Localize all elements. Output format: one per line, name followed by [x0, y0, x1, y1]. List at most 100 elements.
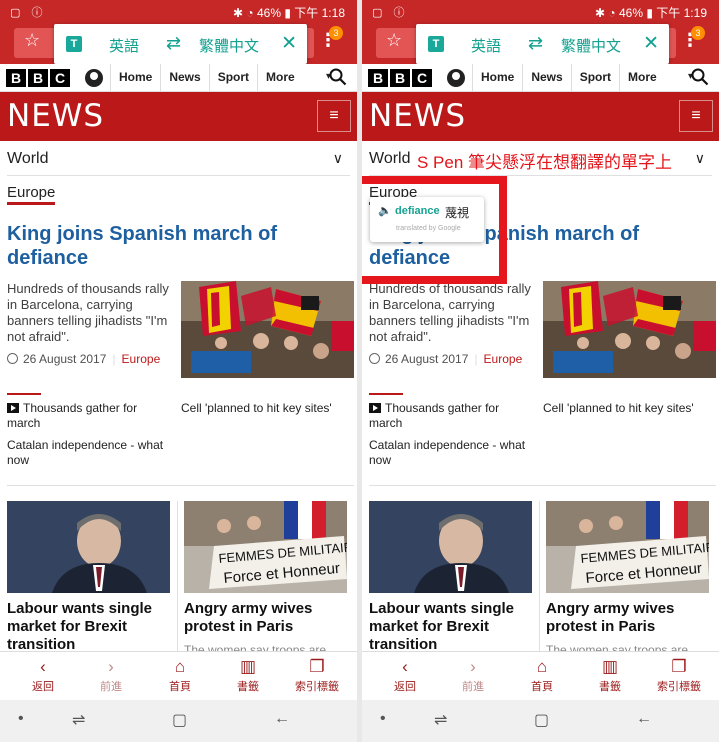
home-square-icon[interactable]: ▢: [534, 710, 549, 730]
bbc-logo[interactable]: B B C: [368, 69, 432, 87]
story-headline[interactable]: Angry army wives protest in Paris: [184, 600, 349, 636]
translation-popup[interactable]: 🔈 defiance 蔑視 translated by Google: [370, 197, 484, 242]
top-story-headline[interactable]: King joins Spanish march of defiance: [7, 222, 347, 270]
nav-home[interactable]: Home: [110, 64, 160, 92]
starmer-photo[interactable]: [7, 501, 170, 593]
battery-percent: 46%: [618, 6, 643, 20]
translate-bar: T 英語 ⇄ 繁體中文 ✕: [416, 24, 669, 64]
story-tag[interactable]: Europe: [484, 352, 523, 366]
account-avatar-icon[interactable]: [85, 69, 103, 87]
back-button[interactable]: ‹ 返回: [370, 656, 440, 694]
hamburger-menu-icon[interactable]: ≡: [317, 100, 351, 132]
account-avatar-icon[interactable]: [447, 69, 465, 87]
clock-icon: [7, 353, 18, 364]
back-button[interactable]: ‹ 返回: [8, 656, 78, 694]
related-accent-line: [369, 393, 403, 395]
target-language-button[interactable]: 繁體中文: [199, 35, 259, 56]
related-link[interactable]: Cell 'planned to hit key sites': [181, 401, 351, 416]
video-play-icon: [7, 403, 19, 413]
book-icon: ▥: [239, 657, 257, 676]
subsection-europe[interactable]: Europe: [7, 184, 55, 201]
story-headline[interactable]: Labour wants single market for Brexit tr…: [7, 600, 172, 654]
nav-more[interactable]: More: [619, 64, 699, 92]
search-icon[interactable]: [329, 68, 347, 86]
related-link[interactable]: Cell 'planned to hit key sites': [543, 401, 713, 416]
related-link-video[interactable]: Thousands gather for march: [369, 401, 529, 431]
bbc-nav-bar: B B C Home News Sport More: [0, 64, 357, 92]
chevron-right-icon: ›: [470, 657, 476, 676]
clock: 下午 1:18: [294, 6, 345, 20]
source-language-button[interactable]: 英語: [471, 35, 501, 56]
home-button[interactable]: ⌂ 首頁: [145, 656, 215, 694]
source-language-button[interactable]: 英語: [109, 35, 139, 56]
close-icon[interactable]: ✕: [643, 32, 659, 55]
bbc-nav-bar: B B C Home News Sport More: [362, 64, 719, 92]
nav-home[interactable]: Home: [472, 64, 522, 92]
forward-button[interactable]: › 前進: [76, 656, 146, 694]
news-title[interactable]: NEWS: [7, 98, 104, 134]
related-link[interactable]: Catalan independence - what now: [7, 438, 177, 468]
tabs-icon: ❐: [309, 657, 325, 676]
story-headline[interactable]: Labour wants single market for Brexit tr…: [369, 600, 534, 654]
related-link-video[interactable]: Thousands gather for march: [7, 401, 167, 431]
nav-more[interactable]: More: [257, 64, 337, 92]
dot-icon[interactable]: •: [18, 710, 24, 728]
bookmark-star-icon[interactable]: ☆: [386, 30, 402, 51]
protest-paris-photo[interactable]: FEMMES DE MILITAIRES Force et Honneur: [546, 501, 709, 593]
bbc-logo[interactable]: B B C: [6, 69, 70, 87]
nav-sport[interactable]: Sport: [570, 64, 619, 92]
protest-paris-photo[interactable]: FEMMES DE MILITAIRES Force et Honneur: [184, 501, 347, 593]
home-button[interactable]: ⌂ 首頁: [507, 656, 577, 694]
bookmarks-button[interactable]: ▥ 書籤: [575, 656, 645, 694]
tabs-button[interactable]: ❐ 索引標籤: [282, 656, 352, 694]
forward-button[interactable]: › 前進: [438, 656, 508, 694]
bbc-logo-letter: C: [50, 69, 70, 87]
annotation-caption: S Pen 筆尖懸浮在想翻譯的單字上: [417, 153, 673, 172]
search-icon[interactable]: [691, 68, 709, 86]
march-photo[interactable]: [181, 281, 354, 378]
dot-icon[interactable]: •: [380, 710, 386, 728]
translator-logo-icon: T: [66, 36, 82, 52]
notification-badge: 3: [691, 26, 705, 40]
bbc-logo-letter: B: [28, 69, 48, 87]
recents-icon[interactable]: ⇌: [72, 710, 85, 730]
browser-bottom-nav: ‹ 返回 › 前進 ⌂ 首頁 ▥ 書籤 ❐ 索引標籤: [362, 651, 719, 700]
chevron-down-icon[interactable]: ∨: [695, 150, 705, 167]
back-arrow-icon[interactable]: ←: [274, 710, 290, 728]
close-icon[interactable]: ✕: [281, 32, 297, 55]
swap-arrows-icon[interactable]: ⇄: [166, 33, 181, 54]
target-language-button[interactable]: 繁體中文: [561, 35, 621, 56]
chevron-down-icon[interactable]: ∨: [333, 150, 343, 167]
notification-badge: 3: [329, 26, 343, 40]
story-tag[interactable]: Europe: [122, 352, 161, 366]
related-link[interactable]: Catalan independence - what now: [369, 438, 539, 468]
phone-screen-before: ▢ ⓘ ✱ ◔ 46% ▮ 下午 1:18 ☆ ⋮ 3 T 英語 ⇄ 繁體中文 …: [0, 0, 357, 742]
wifi-icon: ◔: [608, 6, 616, 20]
notification-icons: ▢ ⓘ: [372, 7, 409, 19]
nav-news[interactable]: News: [160, 64, 208, 92]
bookmarks-button[interactable]: ▥ 書籤: [213, 656, 283, 694]
news-title[interactable]: NEWS: [369, 98, 466, 134]
tabs-button[interactable]: ❐ 索引標籤: [644, 656, 714, 694]
nav-sport[interactable]: Sport: [208, 64, 257, 92]
recents-icon[interactable]: ⇌: [434, 710, 447, 730]
bookmark-star-icon[interactable]: ☆: [24, 30, 40, 51]
story-headline[interactable]: Angry army wives protest in Paris: [546, 600, 711, 636]
home-square-icon[interactable]: ▢: [172, 710, 187, 730]
active-underline: [7, 202, 55, 205]
starmer-photo[interactable]: [369, 501, 532, 593]
section-world[interactable]: World: [7, 150, 49, 168]
clock: 下午 1:19: [656, 6, 707, 20]
march-photo[interactable]: [543, 281, 716, 378]
speaker-icon[interactable]: 🔈: [378, 204, 392, 217]
hamburger-menu-icon[interactable]: ≡: [679, 100, 713, 132]
tabs-icon: ❐: [671, 657, 687, 676]
nav-news[interactable]: News: [522, 64, 570, 92]
swap-arrows-icon[interactable]: ⇄: [528, 33, 543, 54]
top-story-summary: Hundreds of thousands rally in Barcelona…: [369, 281, 531, 344]
top-story-summary: Hundreds of thousands rally in Barcelona…: [7, 281, 169, 344]
section-world[interactable]: World: [369, 150, 411, 168]
divider: [369, 485, 716, 486]
news-header: NEWS ≡: [0, 92, 357, 141]
back-arrow-icon[interactable]: ←: [636, 710, 652, 728]
